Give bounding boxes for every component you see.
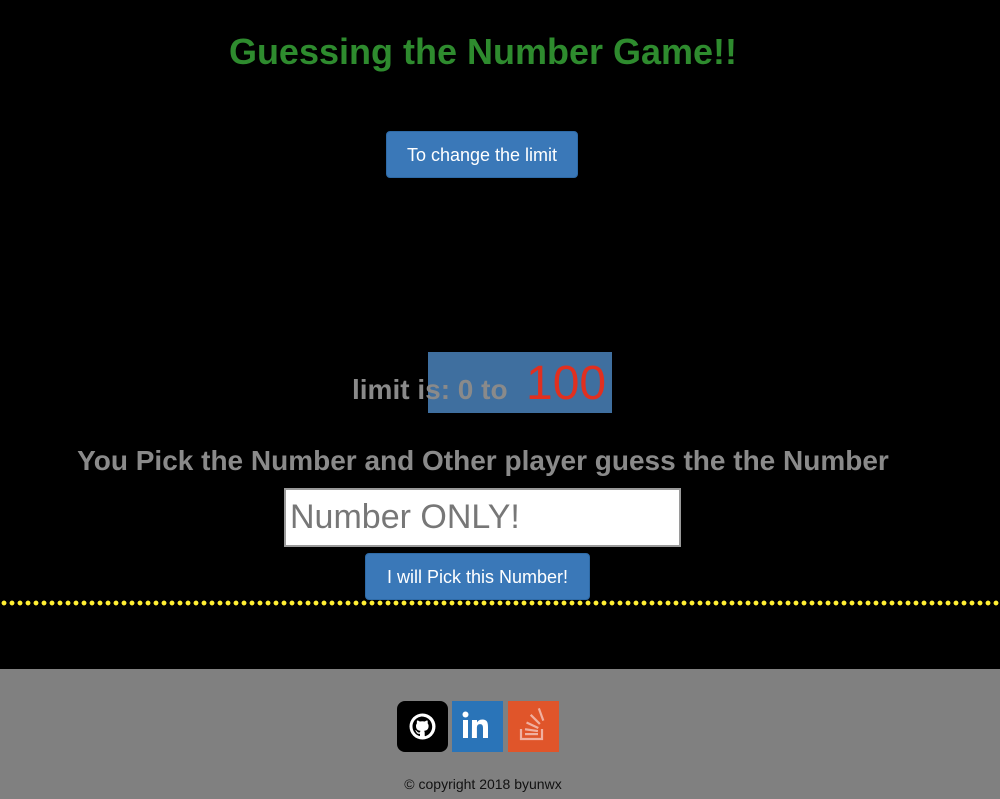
change-limit-button[interactable]: To change the limit — [386, 131, 578, 178]
number-input[interactable] — [284, 488, 681, 547]
pick-number-button[interactable]: I will Pick this Number! — [365, 553, 590, 600]
stackoverflow-icon — [519, 708, 545, 741]
linkedin-link[interactable] — [452, 701, 503, 752]
limit-max-value: 100 — [526, 357, 607, 410]
github-link[interactable] — [397, 701, 448, 752]
stackoverflow-link[interactable] — [508, 701, 559, 752]
instruction-text: You Pick the Number and Other player gue… — [77, 445, 889, 476]
copyright-text: © copyright 2018 byunwx — [404, 776, 562, 792]
linkedin-icon — [462, 711, 488, 738]
limit-label: limit is: 0 to — [352, 372, 508, 408]
github-icon — [409, 713, 436, 740]
dotted-divider — [0, 600, 1000, 606]
main-area: Guessing the Number Game!! To change the… — [0, 0, 1000, 669]
limit-label-text: limit is: 0 to — [352, 374, 508, 405]
page-title: Guessing the Number Game!! — [228, 31, 738, 72]
